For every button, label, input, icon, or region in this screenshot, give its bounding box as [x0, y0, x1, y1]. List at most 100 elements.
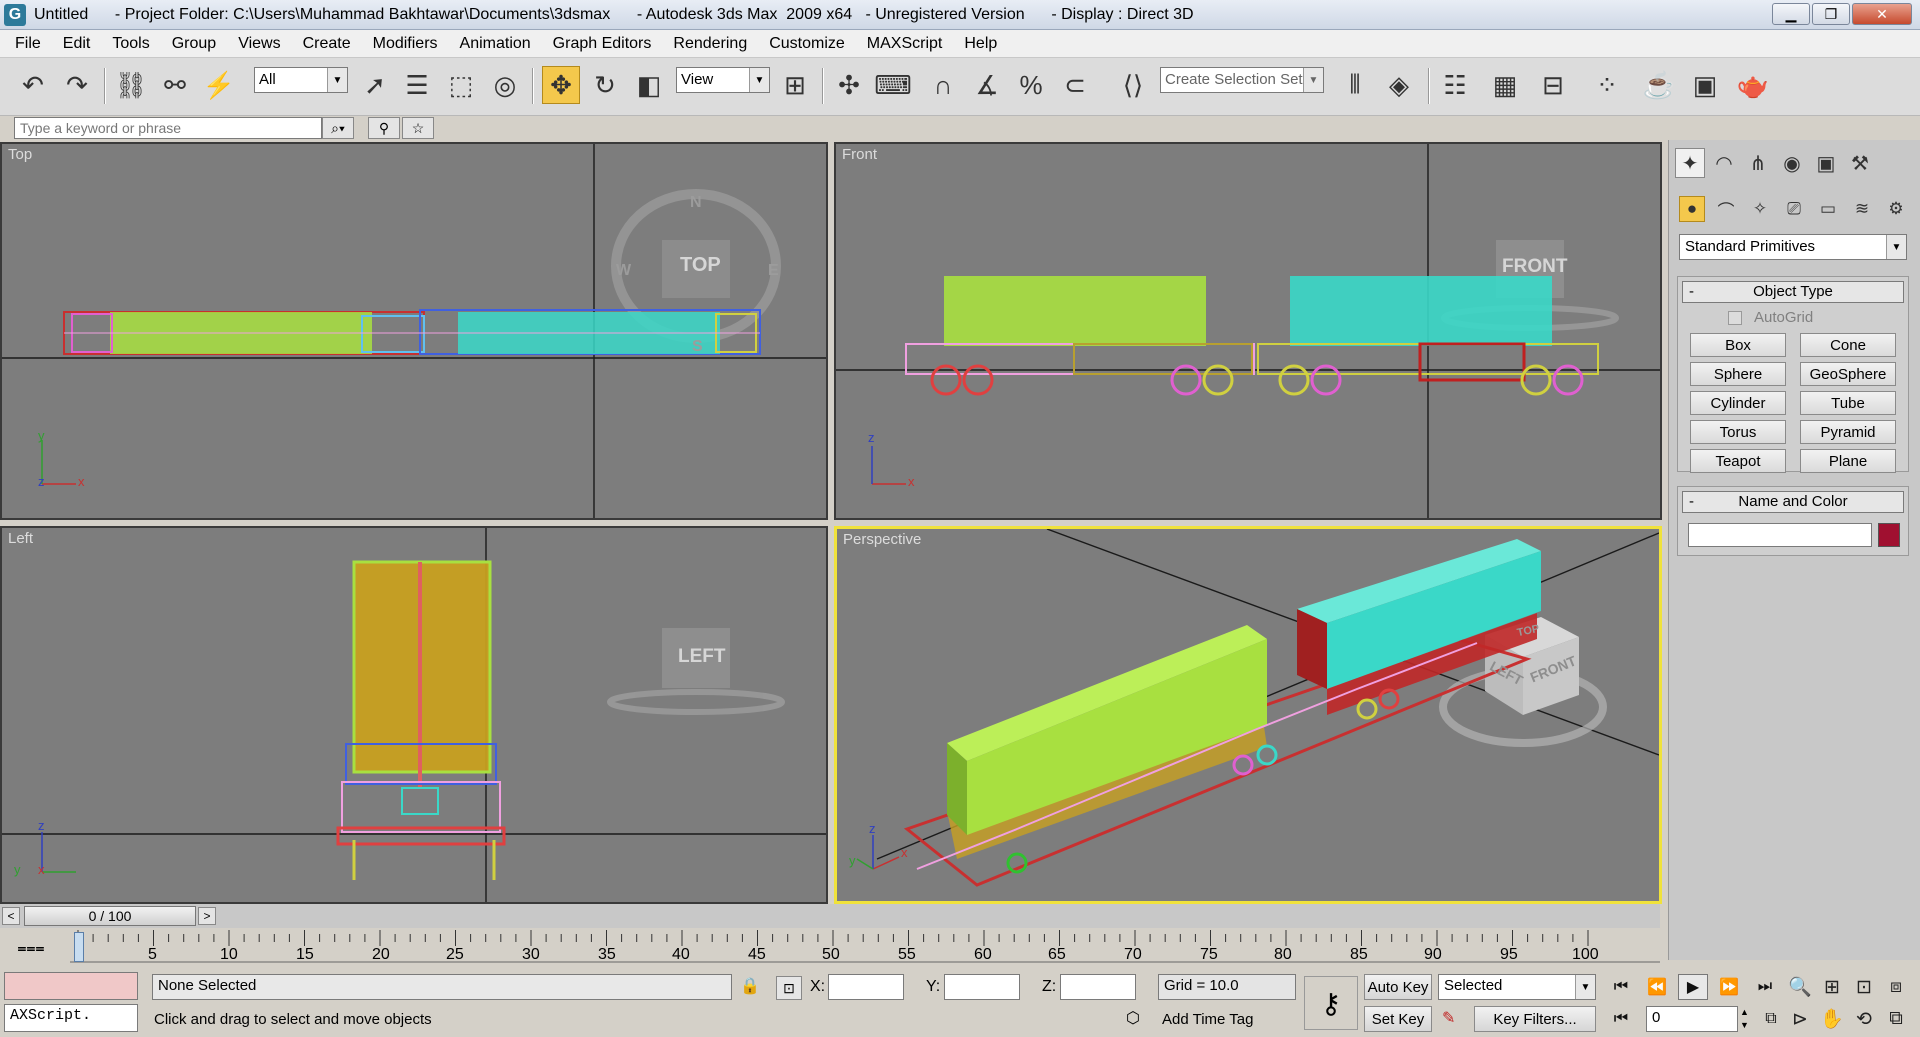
- autogrid-checkbox[interactable]: AutoGrid: [1728, 309, 1813, 326]
- frame-spinner-icon[interactable]: ▲ ▼: [1740, 1006, 1752, 1032]
- menu-animation[interactable]: Animation: [449, 35, 542, 53]
- go-to-start-icon[interactable]: ⏮: [1606, 974, 1636, 1000]
- autogrid-checkbox-box[interactable]: [1728, 310, 1742, 325]
- select-and-manipulate-icon[interactable]: ✣: [830, 66, 868, 104]
- viewport-label-front[interactable]: Front: [842, 146, 877, 163]
- viewport-front[interactable]: Front FRONT x z: [834, 142, 1662, 520]
- menu-tools[interactable]: Tools: [101, 35, 160, 53]
- zoom-extents-all-icon[interactable]: ⧈: [1880, 972, 1912, 1002]
- key-mode-dropdown[interactable]: Selected ▼: [1438, 974, 1596, 1000]
- keyboard-shortcut-override-icon[interactable]: ⌨: [874, 66, 912, 104]
- torus-button[interactable]: Torus: [1690, 420, 1786, 444]
- play-icon[interactable]: ▶: [1678, 974, 1708, 1000]
- render-setup-icon[interactable]: ☕: [1640, 66, 1678, 104]
- object-color-swatch[interactable]: [1878, 523, 1900, 547]
- maximize-viewport-icon[interactable]: ⧉: [1880, 1004, 1912, 1034]
- menu-rendering[interactable]: Rendering: [662, 35, 758, 53]
- percent-snap-icon[interactable]: %: [1012, 66, 1050, 104]
- layer-manager-icon[interactable]: ☷: [1436, 66, 1474, 104]
- select-by-name-icon[interactable]: ☰: [398, 66, 436, 104]
- previous-frame-icon[interactable]: ⏪: [1642, 974, 1672, 1000]
- zoom-all-icon[interactable]: ⊞: [1816, 972, 1848, 1002]
- orbit-icon[interactable]: ⟲: [1848, 1004, 1880, 1034]
- modify-tab-icon[interactable]: ◠: [1709, 148, 1739, 178]
- menu-modifiers[interactable]: Modifiers: [362, 35, 449, 53]
- rendered-frame-window-icon[interactable]: ▣: [1686, 66, 1724, 104]
- mirror-icon[interactable]: ⫴: [1336, 66, 1374, 104]
- redo-icon[interactable]: ↷: [58, 66, 96, 104]
- geosphere-button[interactable]: GeoSphere: [1800, 362, 1896, 386]
- selection-filter-dropdown[interactable]: All ▼: [254, 67, 348, 93]
- close-button[interactable]: ✕: [1852, 3, 1912, 25]
- teapot-button[interactable]: Teapot: [1690, 449, 1786, 473]
- box-button[interactable]: Box: [1690, 333, 1786, 357]
- viewport-label-perspective[interactable]: Perspective: [843, 531, 921, 548]
- select-and-link-icon[interactable]: ⛓: [112, 66, 150, 104]
- utilities-tab-icon[interactable]: ⚒: [1845, 148, 1875, 178]
- key-filter-pencil-icon[interactable]: ✎: [1442, 1008, 1466, 1032]
- schematic-view-icon[interactable]: ⊟: [1534, 66, 1572, 104]
- set-key-button[interactable]: Set Key: [1364, 1006, 1432, 1032]
- pan-view-icon[interactable]: ✋: [1816, 1004, 1848, 1034]
- time-slider-prev-icon[interactable]: <: [2, 907, 20, 925]
- systems-category-icon[interactable]: ⚙: [1883, 196, 1909, 222]
- cameras-category-icon[interactable]: ⎚: [1781, 196, 1807, 222]
- mini-curve-editor-icon[interactable]: ⩶: [14, 936, 48, 962]
- viewport-left[interactable]: Left LEFT z y x: [0, 526, 828, 904]
- unlink-selection-icon[interactable]: ⚯: [156, 66, 194, 104]
- hierarchy-tab-icon[interactable]: ⋔: [1743, 148, 1773, 178]
- current-frame-input[interactable]: 0: [1646, 1006, 1738, 1032]
- time-slider[interactable]: < 0 / 100 >: [0, 904, 1660, 928]
- viewport-label-left[interactable]: Left: [8, 530, 33, 547]
- current-frame-marker[interactable]: [74, 932, 84, 962]
- curve-editor-icon[interactable]: ▦: [1486, 66, 1524, 104]
- select-and-move-icon[interactable]: ✥: [542, 66, 580, 104]
- menu-file[interactable]: File: [4, 35, 52, 53]
- viewport-top[interactable]: Top TOP N W E S x y z: [0, 142, 828, 520]
- menu-create[interactable]: Create: [292, 35, 362, 53]
- undo-icon[interactable]: ↶: [14, 66, 52, 104]
- minimize-button[interactable]: ▁: [1772, 3, 1810, 25]
- create-tab-icon[interactable]: ✦: [1675, 148, 1705, 178]
- viewport-perspective[interactable]: Perspective TOP LEFT FRONT x y z: [834, 526, 1662, 904]
- display-tab-icon[interactable]: ▣: [1811, 148, 1841, 178]
- y-coordinate-input[interactable]: [944, 974, 1020, 1000]
- space-warps-category-icon[interactable]: ≋: [1849, 196, 1875, 222]
- pyramid-button[interactable]: Pyramid: [1800, 420, 1896, 444]
- select-and-rotate-icon[interactable]: ↻: [586, 66, 624, 104]
- menu-customize[interactable]: Customize: [758, 35, 856, 53]
- time-slider-next-icon[interactable]: >: [198, 907, 216, 925]
- absolute-mode-transform-icon[interactable]: ⊡: [776, 976, 802, 1000]
- communication-center-icon[interactable]: ⚲: [368, 117, 400, 139]
- zoom-extents-icon[interactable]: ⊡: [1848, 972, 1880, 1002]
- cylinder-button[interactable]: Cylinder: [1690, 391, 1786, 415]
- zoom-icon[interactable]: 🔍: [1784, 972, 1816, 1002]
- quick-render-icon[interactable]: 🫖: [1734, 66, 1772, 104]
- bind-to-space-warp-icon[interactable]: ⚡: [200, 66, 238, 104]
- motion-tab-icon[interactable]: ◉: [1777, 148, 1807, 178]
- select-and-scale-icon[interactable]: ◧: [630, 66, 668, 104]
- menu-group[interactable]: Group: [161, 35, 227, 53]
- key-mode-toggle-icon[interactable]: ⏮: [1606, 1006, 1636, 1032]
- helpers-category-icon[interactable]: ▭: [1815, 196, 1841, 222]
- menu-maxscript[interactable]: MAXScript: [856, 35, 954, 53]
- align-icon[interactable]: ◈: [1380, 66, 1418, 104]
- view-gizmo-top-label[interactable]: TOP: [680, 254, 721, 277]
- menu-edit[interactable]: Edit: [52, 35, 102, 53]
- search-input[interactable]: [14, 117, 322, 139]
- view-gizmo-left-label[interactable]: LEFT: [678, 646, 726, 668]
- geometry-category-icon[interactable]: ●: [1679, 196, 1705, 222]
- sphere-button[interactable]: Sphere: [1690, 362, 1786, 386]
- menu-help[interactable]: Help: [953, 35, 1008, 53]
- menu-views[interactable]: Views: [227, 35, 291, 53]
- set-key-icon[interactable]: ⚷: [1304, 976, 1358, 1030]
- track-bar[interactable]: ⩶ 5 10 15 20 25 30 35 40 45 50 55 60 65 …: [0, 928, 1660, 968]
- shapes-category-icon[interactable]: ⌒: [1713, 196, 1739, 222]
- material-editor-icon[interactable]: ⁘: [1588, 66, 1626, 104]
- edit-named-selection-icon[interactable]: ⟨⟩: [1114, 66, 1152, 104]
- angle-snap-icon[interactable]: ∡: [968, 66, 1006, 104]
- viewport-label-top[interactable]: Top: [8, 146, 32, 163]
- auto-key-button[interactable]: Auto Key: [1364, 974, 1432, 1000]
- search-icon[interactable]: ⌕▾: [322, 117, 354, 139]
- pivot-point-center-icon[interactable]: ⊞: [776, 66, 814, 104]
